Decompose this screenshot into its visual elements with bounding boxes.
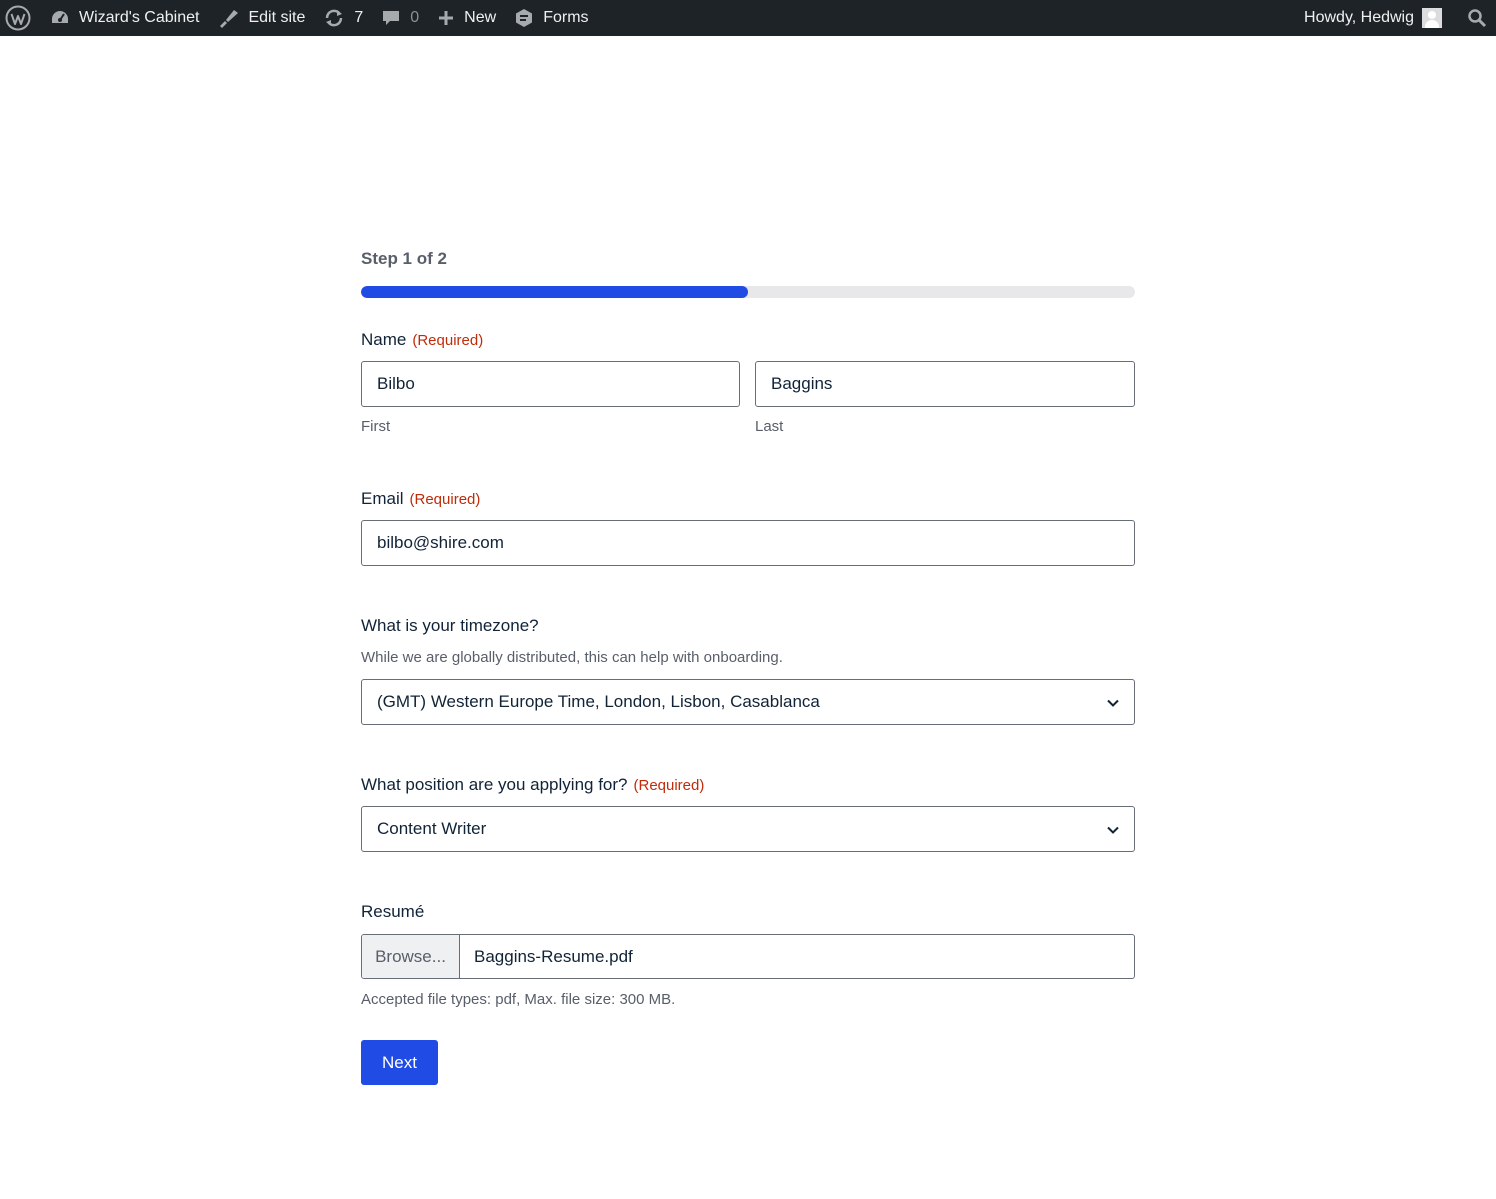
email-input[interactable]: bilbo@shire.com [361, 520, 1135, 566]
required-indicator: (Required) [409, 491, 481, 508]
admin-bar: Wizard's Cabinet Edit site 7 0 New Forms… [0, 0, 1496, 36]
edit-brush-icon [220, 10, 239, 28]
resume-file-input[interactable]: Browse... Baggins-Resume.pdf [361, 934, 1135, 979]
progress-bar [361, 286, 1135, 298]
avatar [1422, 8, 1442, 28]
comments-link[interactable]: 0 [372, 0, 428, 36]
plus-icon [439, 11, 454, 25]
required-indicator: (Required) [412, 332, 484, 349]
last-name-input[interactable]: Baggins [755, 361, 1135, 407]
howdy-text: Howdy, Hedwig [1304, 9, 1414, 26]
file-rules-note: Accepted file types: pdf, Max. file size… [361, 991, 676, 1008]
progress-bar-fill [361, 286, 748, 298]
search-icon [1468, 9, 1487, 28]
first-name-input[interactable]: Bilbo [361, 361, 740, 407]
forms-icon [516, 9, 533, 27]
forms-menu[interactable]: Forms [505, 0, 597, 36]
comment-icon [383, 11, 400, 25]
updates-link[interactable]: 7 [314, 0, 372, 36]
next-button[interactable]: Next [361, 1040, 438, 1085]
my-account-menu[interactable]: Howdy, Hedwig [1304, 0, 1450, 36]
site-name-menu[interactable]: Wizard's Cabinet [41, 0, 208, 36]
email-label-text: Email [361, 489, 404, 508]
edit-site-label: Edit site [248, 9, 306, 26]
selected-file-name: Baggins-Resume.pdf [474, 946, 633, 966]
first-name-sublabel: First [361, 418, 391, 435]
updates-count: 7 [354, 9, 364, 26]
wordpress-menu[interactable] [0, 0, 41, 36]
site-name: Wizard's Cabinet [79, 9, 200, 26]
timezone-description: While we are globally distributed, this … [361, 649, 783, 666]
step-indicator: Step 1 of 2 [361, 249, 447, 268]
required-indicator: (Required) [633, 777, 705, 794]
name-label-text: Name [361, 330, 407, 349]
position-selected-value: Content Writer [377, 819, 487, 838]
timezone-field-label: What is your timezone? [361, 616, 539, 635]
position-select[interactable]: Content Writer [361, 806, 1135, 852]
forms-label: Forms [543, 9, 589, 26]
edit-site-link[interactable]: Edit site [208, 0, 314, 36]
name-field-label: Name (Required) [361, 330, 483, 350]
wordpress-logo-icon [5, 5, 31, 31]
search-button[interactable] [1450, 0, 1496, 36]
dashboard-icon [52, 11, 68, 23]
browse-button[interactable]: Browse... [362, 935, 460, 978]
chevron-down-icon [1107, 699, 1119, 707]
resume-field-label: Resumé [361, 902, 425, 921]
last-name-sublabel: Last [755, 418, 784, 435]
email-field-label: Email (Required) [361, 489, 480, 509]
chevron-down-icon [1107, 826, 1119, 834]
position-label-text: What position are you applying for? [361, 775, 628, 794]
timezone-selected-value: (GMT) Western Europe Time, London, Lisbo… [377, 692, 820, 711]
updates-icon [326, 9, 343, 27]
new-content-menu[interactable]: New [428, 0, 505, 36]
timezone-select[interactable]: (GMT) Western Europe Time, London, Lisbo… [361, 679, 1135, 725]
new-label: New [464, 9, 497, 26]
position-field-label: What position are you applying for? (Requ… [361, 775, 704, 795]
comments-count: 0 [410, 9, 420, 26]
